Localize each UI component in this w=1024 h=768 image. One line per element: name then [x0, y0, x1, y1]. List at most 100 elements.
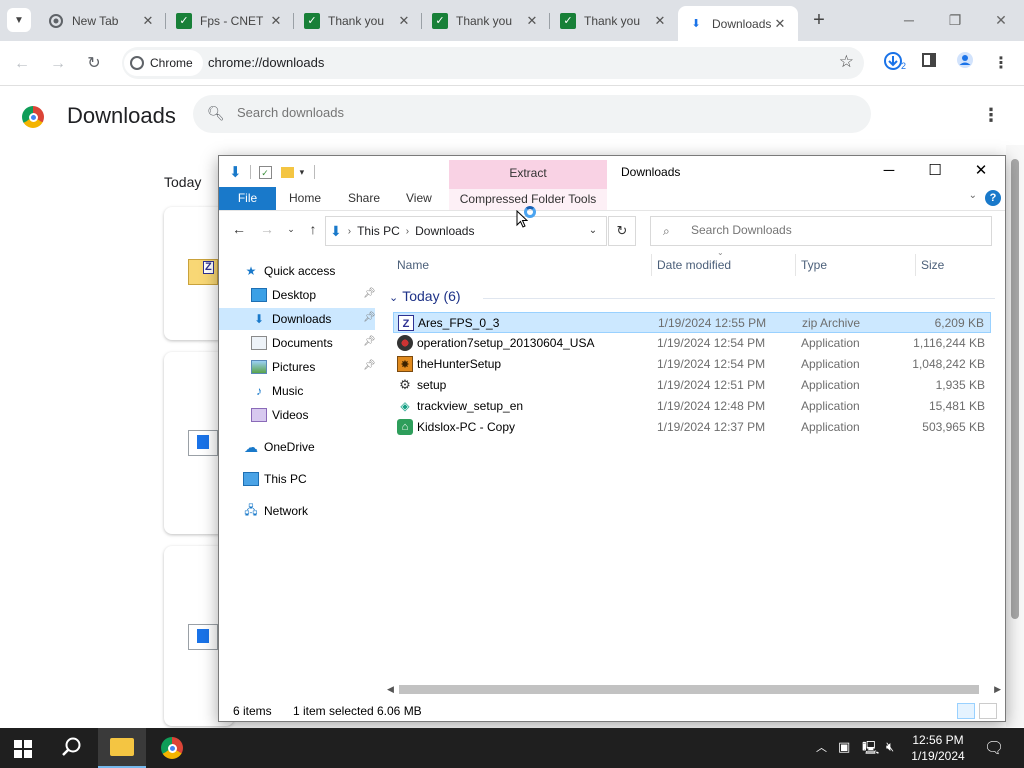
close-icon[interactable]: ✕ [396, 13, 412, 29]
close-window-button[interactable]: ✕ [959, 160, 1003, 182]
nav-quick-access[interactable]: ★ Quick access [243, 260, 336, 282]
page-scrollbar[interactable] [1006, 145, 1024, 727]
tab-view[interactable]: View [396, 187, 442, 210]
properties-icon[interactable]: ✓ [258, 165, 272, 179]
notifications-icon[interactable]: 🗨︎ [984, 738, 1004, 758]
restore-button[interactable]: ❐ [932, 6, 978, 34]
file-size: 1,116,244 KB [913, 336, 985, 350]
close-icon[interactable]: ✕ [652, 13, 668, 29]
address-bar[interactable]: Chrome chrome://downloads ☆ [122, 47, 864, 79]
tab-fps-cnet[interactable]: ✓ Fps - CNET ✕ [166, 6, 294, 35]
recent-locations-button[interactable]: ⌄ [281, 224, 301, 235]
expand-ribbon-icon[interactable]: ⌄ [969, 190, 977, 201]
nav-network[interactable]: 🖧︎ Network [243, 500, 308, 522]
tab-thank-you-2[interactable]: ✓ Thank you ✕ [422, 6, 550, 35]
scrollbar-thumb[interactable] [399, 685, 979, 694]
side-panel-button[interactable] [916, 51, 942, 77]
close-window-button[interactable]: ✕ [978, 6, 1024, 34]
column-date-modified[interactable]: Date modified [653, 254, 793, 276]
reload-button[interactable]: ↻ [80, 50, 108, 78]
file-row-ares-fps[interactable]: Z Ares_FPS_0_3 1/19/2024 12:55 PM zip Ar… [393, 312, 991, 333]
scroll-right-icon[interactable]: ▶ [994, 681, 1001, 697]
minimize-button[interactable]: ─ [886, 6, 932, 34]
tab-downloads[interactable]: ⬇ Downloads ✕ [678, 6, 798, 41]
pin-icon[interactable]: 📌︎ [363, 360, 376, 371]
nav-downloads[interactable]: ⬇ Downloads [219, 308, 375, 330]
profile-button[interactable] [952, 51, 978, 77]
column-name[interactable]: Name [393, 254, 647, 276]
close-icon[interactable]: ✕ [140, 13, 156, 29]
file-row-operation7[interactable]: operation7setup_20130604_USA 1/19/2024 1… [393, 333, 991, 354]
new-folder-icon[interactable] [280, 166, 294, 178]
explorer-search[interactable]: ⌕ [650, 216, 992, 246]
downloads-indicator-button[interactable]: 2 [880, 51, 906, 77]
nav-desktop[interactable]: Desktop [251, 284, 316, 306]
search-input[interactable] [691, 223, 971, 237]
file-row-setup[interactable]: ⚙ setup 1/19/2024 12:51 PM Application 1… [393, 375, 991, 396]
file-row-trackview[interactable]: ◈ trackview_setup_en 1/19/2024 12:48 PM … [393, 396, 991, 417]
close-icon[interactable]: ✕ [524, 13, 540, 29]
taskbar-search-button[interactable] [58, 736, 86, 762]
nav-videos[interactable]: Videos [251, 404, 308, 426]
tab-share[interactable]: Share [338, 187, 390, 210]
tab-thank-you-1[interactable]: ✓ Thank you ✕ [294, 6, 422, 35]
nav-this-pc[interactable]: This PC [243, 468, 307, 490]
search-input[interactable] [237, 105, 737, 120]
column-type[interactable]: Type [797, 254, 913, 276]
start-button[interactable] [14, 740, 32, 758]
volume-muted-icon[interactable]: 🔇︎ [886, 739, 894, 755]
qat-customize-icon[interactable]: ▾ [300, 167, 305, 178]
tab-search-button[interactable]: ▼ [7, 8, 31, 32]
pin-icon[interactable]: 📌︎ [363, 288, 376, 299]
back-button[interactable]: ← [8, 50, 36, 78]
bookmark-star-icon[interactable]: ☆ [839, 52, 854, 72]
nav-documents[interactable]: Documents [251, 332, 333, 354]
downloads-search[interactable]: 🔍︎ [193, 95, 871, 133]
page-menu-button[interactable]: ⋮ [982, 105, 1000, 126]
help-icon[interactable]: ? [985, 190, 1001, 206]
tab-thank-you-3[interactable]: ✓ Thank you ✕ [550, 6, 678, 35]
breadcrumb-separator-icon[interactable]: › [348, 226, 351, 237]
back-button[interactable]: ← [229, 221, 249, 237]
scroll-left-icon[interactable]: ◀ [387, 681, 394, 697]
forward-button[interactable]: → [44, 50, 72, 78]
pin-icon[interactable]: 📌︎ [363, 336, 376, 347]
chrome-menu-button[interactable]: ⋮ [988, 51, 1014, 77]
system-clock[interactable]: 12:56 PM 1/19/2024 [900, 732, 976, 764]
breadcrumb-this-pc[interactable]: This PC [357, 224, 400, 238]
tab-new-tab[interactable]: New Tab ✕ [38, 6, 166, 35]
tab-file[interactable]: File [219, 187, 276, 210]
network-icon[interactable]: 🖳︎ [862, 739, 879, 761]
new-tab-button[interactable]: + [808, 9, 830, 31]
minimize-button[interactable]: ─ [867, 160, 911, 182]
maximize-button[interactable]: ☐ [913, 160, 957, 182]
taskbar-file-explorer[interactable] [98, 728, 146, 768]
column-size[interactable]: Size [917, 254, 993, 276]
show-hidden-icons-icon[interactable]: ︿ [816, 739, 827, 755]
up-button[interactable]: ↑ [303, 221, 323, 237]
address-dropdown-icon[interactable]: ⌄ [579, 216, 607, 246]
site-chip[interactable]: Chrome [124, 50, 203, 76]
tray-app-icon[interactable]: ▣ [838, 739, 850, 755]
scrollbar-thumb[interactable] [1011, 159, 1019, 619]
nav-pictures[interactable]: Pictures [251, 356, 315, 378]
address-bar[interactable]: ⬇ › This PC › Downloads [325, 216, 607, 246]
taskbar-chrome[interactable] [148, 728, 196, 768]
nav-music[interactable]: ♪ Music [251, 380, 303, 402]
close-icon[interactable]: ✕ [268, 13, 284, 29]
group-header[interactable]: ⌄ Today (6) [389, 288, 461, 304]
forward-button[interactable]: → [257, 221, 277, 237]
pin-icon[interactable]: 📌︎ [363, 312, 376, 323]
file-size: 503,965 KB [922, 420, 985, 434]
breadcrumb-separator-icon[interactable]: › [406, 226, 409, 237]
file-row-thehunter[interactable]: ✸ theHunterSetup 1/19/2024 12:54 PM Appl… [393, 354, 991, 375]
refresh-button[interactable]: ↻ [608, 216, 636, 246]
breadcrumb-downloads[interactable]: Downloads [415, 224, 474, 238]
horizontal-scrollbar[interactable]: ◀ ▶ [383, 681, 1005, 697]
close-icon[interactable]: ✕ [772, 16, 788, 32]
large-icons-view-icon[interactable] [979, 703, 997, 719]
details-view-icon[interactable] [957, 703, 975, 719]
file-row-kidslox[interactable]: ⌂ Kidslox-PC - Copy 1/19/2024 12:37 PM A… [393, 417, 991, 438]
nav-onedrive[interactable]: ☁ OneDrive [243, 436, 315, 458]
tab-home[interactable]: Home [279, 187, 331, 210]
